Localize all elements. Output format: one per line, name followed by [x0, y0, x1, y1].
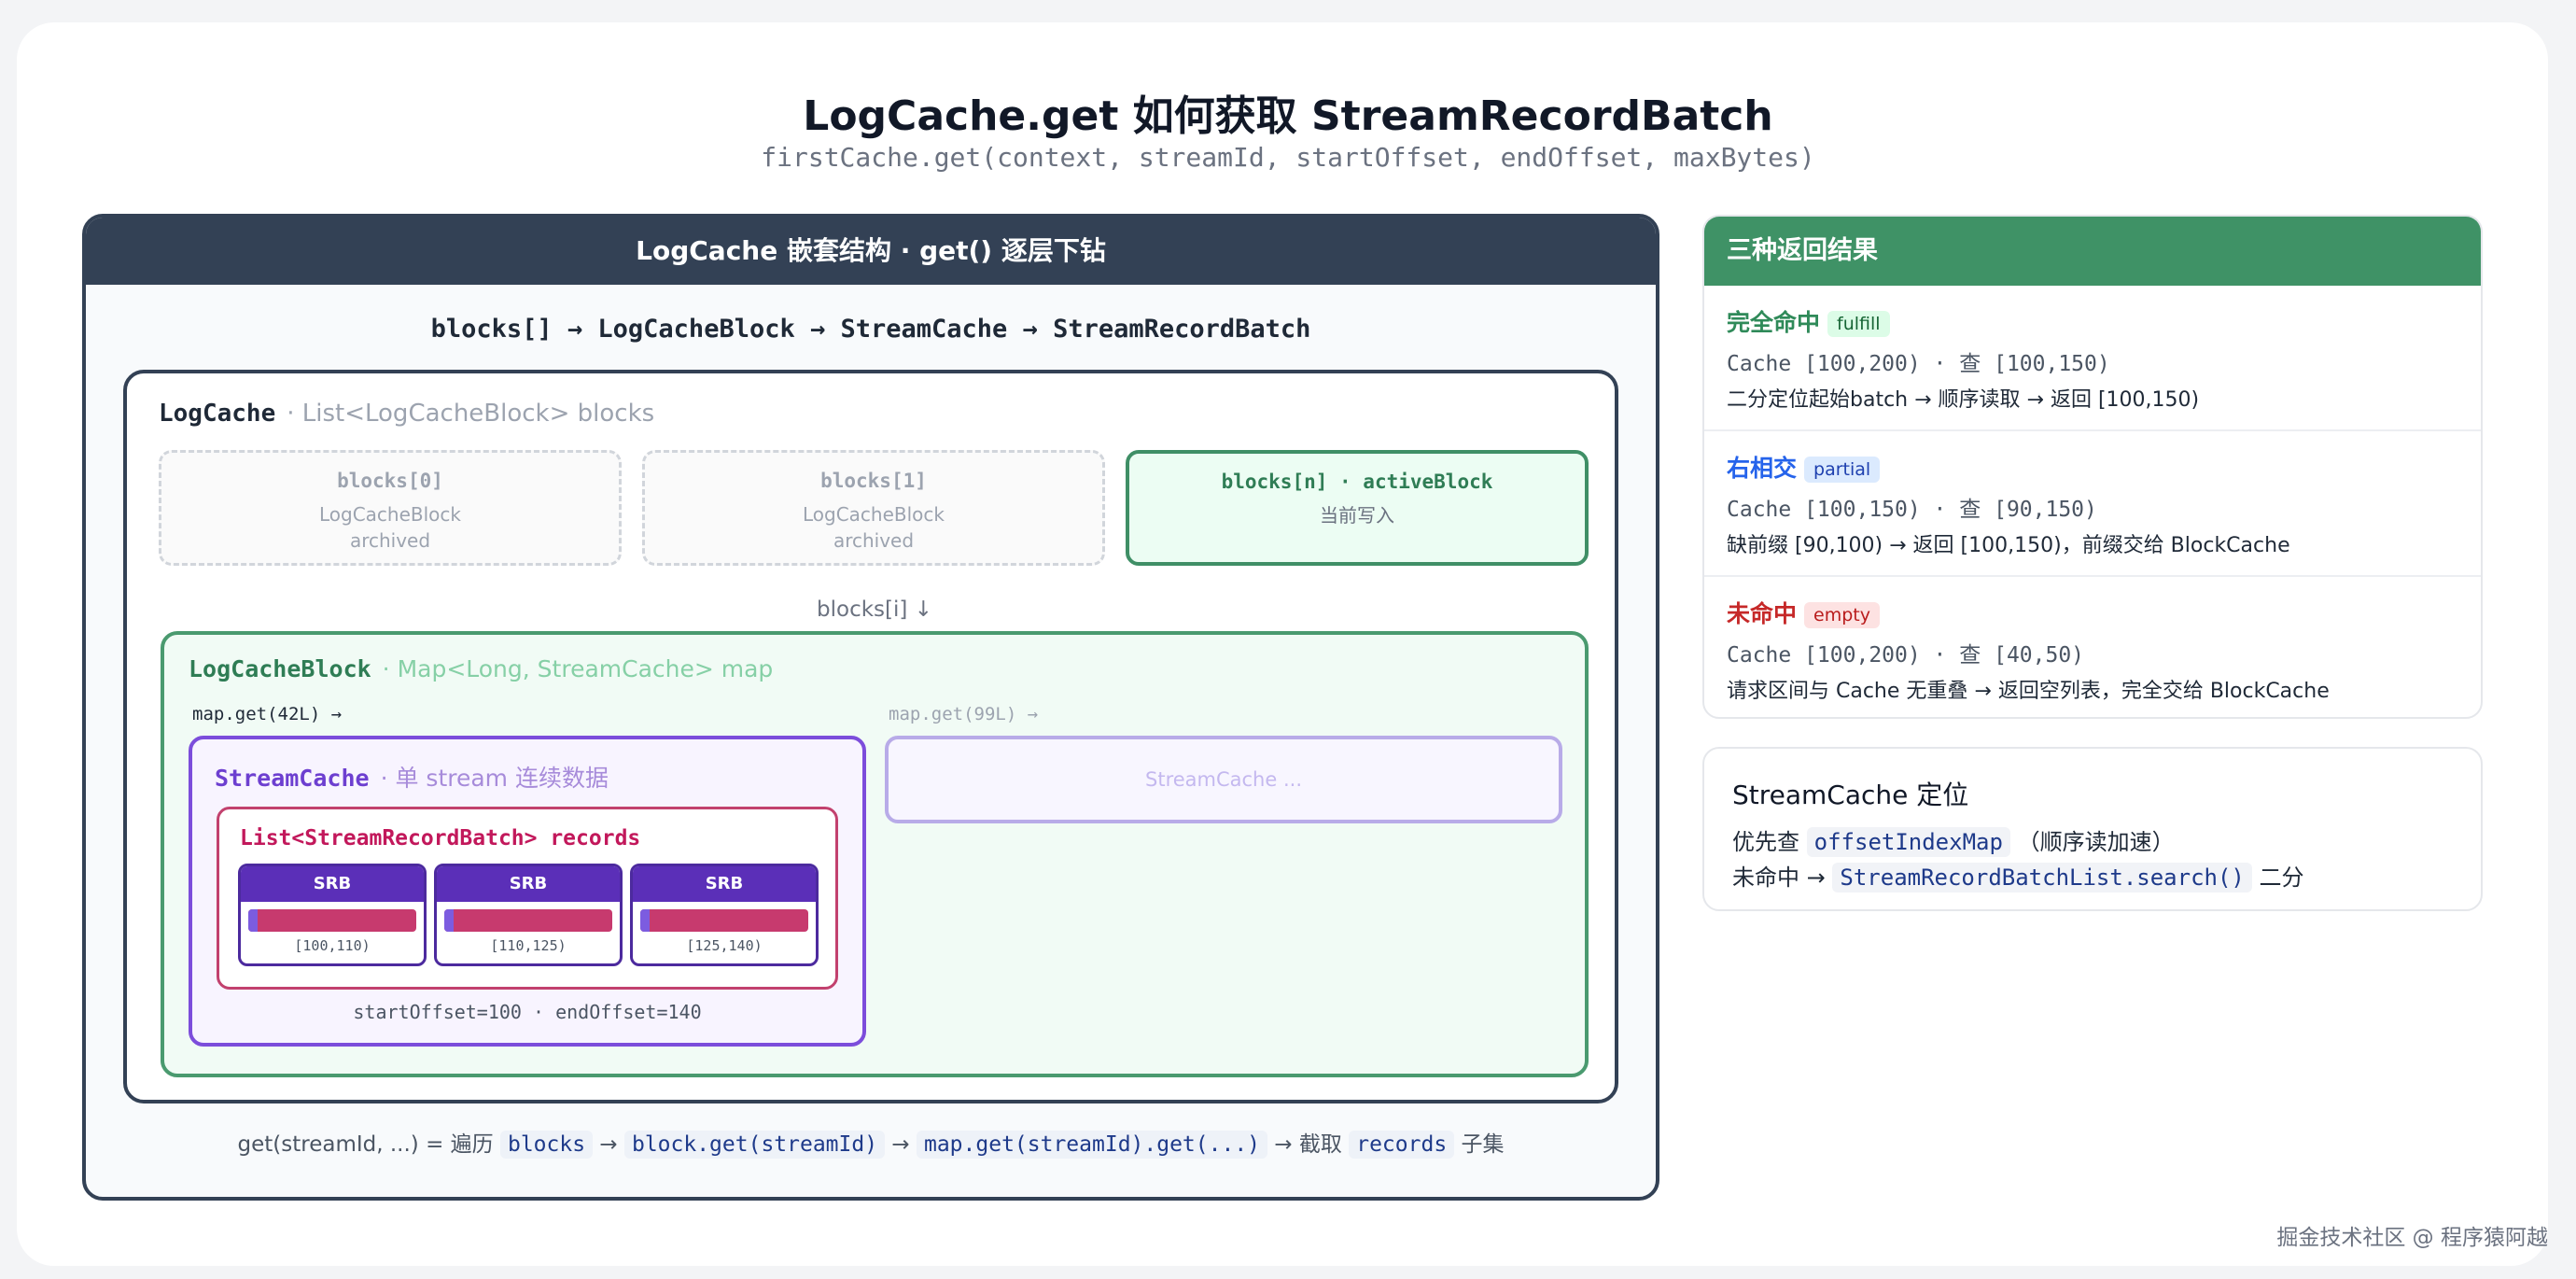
page-subtitle: firstCache.get(context, streamId, startO…	[761, 142, 1815, 173]
logcache-box: LogCache · List<LogCacheBlock> blocks blo…	[123, 370, 1618, 1103]
streamcache-box: StreamCache · 单 stream 连续数据 List<StreamRe…	[189, 736, 866, 1047]
result-cache: Cache [100,200) · 查 [100,150)	[1727, 352, 2110, 376]
logcache-name: LogCache	[159, 400, 276, 428]
chain-label: blocks[] → LogCacheBlock → StreamCache →…	[430, 315, 1311, 344]
srb-1: SRB [110,125)	[434, 864, 623, 966]
block-0: blocks[0] LogCacheBlock archived	[159, 450, 622, 566]
records-label: List<StreamRecordBatch> records	[240, 826, 641, 850]
streamcache-locate-panel: StreamCache 定位 优先查 offsetIndexMap （顺序读加速…	[1702, 747, 2483, 911]
drill-label: blocks[i] ↓	[817, 597, 932, 622]
logcacheblock-box: LogCacheBlock · Map<Long, StreamCache> ma…	[161, 631, 1589, 1077]
result-title: 右相交 partial	[1727, 450, 1881, 484]
srb-2: SRB [125,140)	[630, 864, 819, 966]
srb-bar	[444, 909, 612, 932]
code-map-get: map.get(streamId).get(...)	[916, 1131, 1268, 1159]
streamcache-name: StreamCache	[215, 765, 370, 792]
result-fulfill: 完全命中 fulfill Cache [100,200) · 查 [100,150…	[1704, 286, 2481, 431]
logcacheblock-sub: · Map<Long, StreamCache> map	[382, 655, 774, 682]
block-active: blocks[n] · activeBlock 当前写入	[1126, 450, 1589, 566]
results-header: 三种返回结果	[1704, 217, 2481, 286]
logcache-label: LogCache · List<LogCacheBlock> blocks	[159, 400, 654, 428]
logcacheblock-label: LogCacheBlock · Map<Long, StreamCache> ma…	[189, 655, 773, 682]
code-offsetindexmap: offsetIndexMap	[1806, 827, 2010, 857]
result-cache: Cache [100,150) · 查 [90,150)	[1727, 498, 2097, 522]
block-name: blocks[1]	[820, 470, 927, 492]
result-title: 完全命中 fulfill	[1727, 304, 1890, 338]
locate-line-1: 优先查 offsetIndexMap （顺序读加速）	[1732, 827, 2175, 857]
srb-range: [125,140)	[686, 937, 763, 954]
result-desc: 二分定位起始batch → 顺序读取 → 返回 [100,150)	[1727, 388, 2200, 412]
srb-label: SRB	[241, 866, 424, 902]
srb-label: SRB	[437, 866, 620, 902]
result-partial: 右相交 partial Cache [100,150) · 查 [90,150) …	[1704, 431, 2481, 577]
diagram-header: LogCache 嵌套结构 · get() 逐层下钻	[86, 218, 1656, 285]
code-search: StreamRecordBatchList.search()	[1832, 863, 2252, 892]
srb-bar	[248, 909, 416, 932]
mapget-42: map.get(42L) →	[192, 704, 343, 724]
streamcache-sub: · 单 stream 连续数据	[380, 765, 609, 792]
status-badge: fulfill	[1827, 311, 1890, 337]
streamcache-offsets: startOffset=100 · endOffset=140	[353, 1001, 702, 1023]
logcache-sub: · List<LogCacheBlock> blocks	[287, 400, 655, 428]
page-title: LogCache.get 如何获取 StreamRecordBatch	[803, 92, 1773, 140]
srb-0: SRB [100,110)	[238, 864, 427, 966]
streamcache-label: StreamCache · 单 stream 连续数据	[215, 760, 609, 794]
status-badge: partial	[1804, 457, 1881, 483]
code-block-get: block.get(streamId)	[623, 1131, 886, 1159]
result-desc: 请求区间与 Cache 无重叠 → 返回空列表，完全交给 BlockCache	[1727, 680, 2330, 703]
status-badge: empty	[1804, 602, 1880, 628]
result-title: 未命中 empty	[1727, 596, 1880, 629]
diagram-footer: get(streamId, ...) = 遍历 blocks → block.g…	[237, 1131, 1505, 1159]
result-empty: 未命中 empty Cache [100,200) · 查 [40,50) 请求区…	[1704, 577, 2481, 717]
block-1: blocks[1] LogCacheBlock archived	[642, 450, 1105, 566]
code-records: records	[1349, 1131, 1455, 1159]
block-status: 当前写入	[1320, 504, 1394, 527]
locate-line-2: 未命中 → StreamRecordBatchList.search() 二分	[1732, 863, 2304, 892]
block-type: LogCacheBlock archived	[318, 503, 461, 552]
results-panel: 三种返回结果 完全命中 fulfill Cache [100,200) · 查 […	[1702, 215, 2483, 719]
code-blocks: blocks	[499, 1131, 594, 1159]
streamcache-other-box: StreamCache ...	[885, 736, 1562, 823]
srb-bar	[640, 909, 808, 932]
logcacheblock-name: LogCacheBlock	[189, 655, 371, 682]
mapget-99: map.get(99L) →	[889, 704, 1039, 724]
block-name: blocks[n] · activeBlock	[1221, 471, 1493, 493]
result-desc: 缺前缀 [90,100) → 返回 [100,150)，前缀交给 BlockCa…	[1727, 534, 2290, 557]
watermark: 掘金技术社区 @ 程序猿阿越	[2276, 1226, 2548, 1250]
result-cache: Cache [100,200) · 查 [40,50)	[1727, 643, 2085, 668]
srb-label: SRB	[633, 866, 816, 902]
srb-range: [100,110)	[294, 937, 371, 954]
block-name: blocks[0]	[337, 470, 443, 492]
records-box: List<StreamRecordBatch> records SRB [100…	[217, 807, 838, 990]
block-type: LogCacheBlock archived	[802, 503, 945, 552]
srb-range: [110,125)	[490, 937, 567, 954]
locate-title: StreamCache 定位	[1732, 780, 1969, 810]
